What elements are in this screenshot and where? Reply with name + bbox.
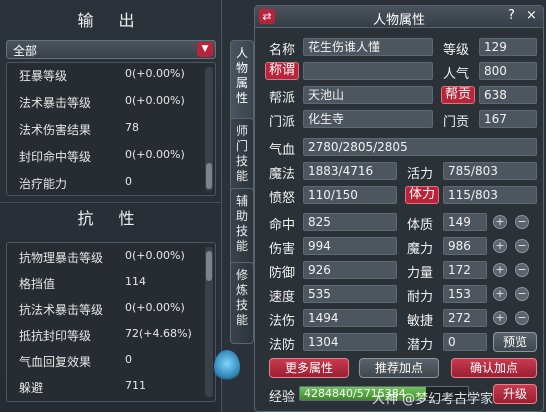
sect-field: 化生寺 xyxy=(303,110,433,128)
stats-detail-panel: 输 出 全部 ▼ 狂暴等级 0(+0.00%) 法术暴击等级 0(+0.00%)… xyxy=(0,0,222,412)
upgrade-button[interactable]: 升级 xyxy=(493,384,537,404)
window-title: 人物属性 xyxy=(372,13,425,28)
scrollbar-thumb[interactable] xyxy=(206,163,212,189)
minus-icon[interactable]: − xyxy=(515,311,529,325)
close-icon[interactable]: × xyxy=(526,8,537,23)
mdef-label: 法防 xyxy=(269,338,296,353)
output-section-title: 输 出 xyxy=(77,11,145,30)
scrollbar-thumb[interactable] xyxy=(206,251,212,281)
guild-field: 天池山 xyxy=(303,86,433,104)
mp-field: 1883/4716 xyxy=(303,162,397,180)
minus-icon[interactable]: − xyxy=(515,239,529,253)
stamina-button[interactable]: 体力 xyxy=(405,186,439,204)
help-icon[interactable]: ? xyxy=(508,8,515,23)
vitality-field: 785/803 xyxy=(443,162,537,180)
guild-label: 帮派 xyxy=(269,91,296,106)
confirm-points-button[interactable]: 确认加点 xyxy=(451,358,537,378)
more-attributes-button[interactable]: 更多属性 xyxy=(269,358,349,378)
resist-scrollbar[interactable] xyxy=(205,247,213,397)
plus-icon[interactable]: + xyxy=(493,311,507,325)
minus-icon[interactable]: − xyxy=(515,263,529,277)
section-divider xyxy=(0,202,222,203)
plus-icon[interactable]: + xyxy=(493,263,507,277)
title-button[interactable]: 称谓 xyxy=(265,62,299,80)
vitality-label: 活力 xyxy=(407,167,434,182)
resist-stats-list: 抗物理暴击等级 0(+0.00%) 格挡值 114 抗法术暴击等级 0(+0.0… xyxy=(6,242,216,402)
preview-button[interactable]: 预览 xyxy=(493,332,537,352)
popularity-label: 人气 xyxy=(443,67,470,82)
plus-icon[interactable]: + xyxy=(493,239,507,253)
tab-assist-skills[interactable]: 辅助技能 xyxy=(230,188,254,270)
tab-label: 辅助技能 xyxy=(235,194,248,253)
pet-sprite xyxy=(214,350,240,384)
output-stats-list: 狂暴等级 0(+0.00%) 法术暴击等级 0(+0.00%) 法术伤害结果 7… xyxy=(6,62,216,196)
minus-icon[interactable]: − xyxy=(515,215,529,229)
tab-character-attrs[interactable]: 人物属性 xyxy=(230,40,254,122)
guild-contrib-field: 638 xyxy=(479,86,537,104)
minus-icon[interactable]: − xyxy=(515,287,529,301)
plus-icon[interactable]: + xyxy=(493,287,507,301)
tab-label: 修炼技能 xyxy=(235,268,248,327)
sect-label: 门派 xyxy=(269,115,296,130)
resist-section-title: 抗 性 xyxy=(77,209,145,228)
character-attributes-window: ⇄ 人物属性 ? × 名称 花生伤谁人懂 等级 129 称谓 人气 800 帮派… xyxy=(254,5,544,412)
name-field: 花生伤谁人懂 xyxy=(303,38,433,56)
tab-cultivation-skills[interactable]: 修炼技能 xyxy=(230,262,254,344)
sect-contrib-field: 167 xyxy=(479,110,537,128)
potential-field: 0 xyxy=(443,333,487,351)
window-titlebar: ⇄ 人物属性 ? × xyxy=(255,6,543,28)
recommend-points-button[interactable]: 推荐加点 xyxy=(359,358,439,378)
sect-contrib-label: 门贡 xyxy=(443,115,470,130)
stamina-field: 115/803 xyxy=(443,186,537,204)
popularity-field: 800 xyxy=(479,62,537,80)
mdef-field: 1304 xyxy=(303,333,397,351)
output-scrollbar[interactable] xyxy=(205,67,213,191)
rage-field: 110/150 xyxy=(303,186,397,204)
mp-label: 魔法 xyxy=(269,167,296,182)
level-field: 129 xyxy=(479,38,537,56)
plus-icon[interactable]: + xyxy=(493,215,507,229)
title-field xyxy=(303,62,433,80)
chevron-down-icon[interactable]: ▼ xyxy=(197,42,213,57)
tab-label: 人物属性 xyxy=(235,46,248,105)
rage-label: 愤怒 xyxy=(269,191,296,206)
filter-selected-value: 全部 xyxy=(13,44,38,58)
filter-dropdown[interactable]: 全部 ▼ xyxy=(6,40,216,59)
name-label: 名称 xyxy=(269,43,296,58)
watermark: 大神 @梦幻考古学家 xyxy=(372,392,494,407)
level-label: 等级 xyxy=(443,43,470,58)
hp-label: 气血 xyxy=(269,143,296,158)
guild-contrib-button[interactable]: 帮贡 xyxy=(441,86,475,104)
tab-label: 师门技能 xyxy=(235,124,248,183)
hp-field: 2780/2805/2805 xyxy=(303,138,537,156)
potential-label: 潜力 xyxy=(407,338,434,353)
exp-label: 经验 xyxy=(269,390,296,405)
